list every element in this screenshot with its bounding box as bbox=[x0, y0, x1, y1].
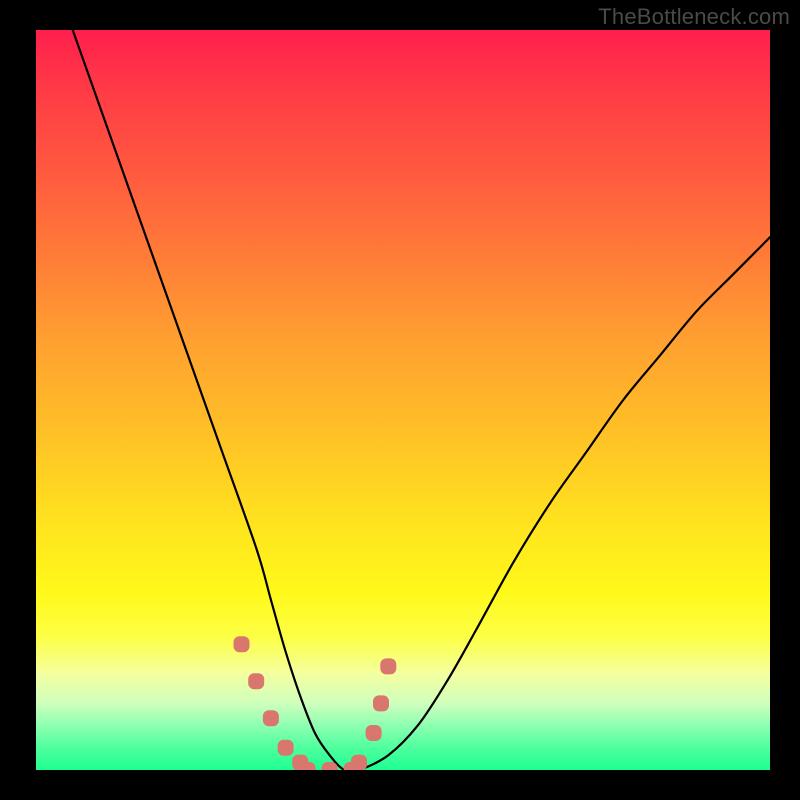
highlight-markers bbox=[234, 636, 397, 770]
marker-dot bbox=[234, 636, 250, 652]
marker-dot bbox=[322, 762, 338, 770]
marker-dot bbox=[263, 710, 279, 726]
marker-dot bbox=[278, 740, 294, 756]
marker-dot bbox=[351, 755, 367, 770]
marker-dot bbox=[366, 725, 382, 741]
marker-dot bbox=[248, 673, 264, 689]
chart-svg bbox=[36, 30, 770, 770]
marker-dot bbox=[380, 658, 396, 674]
marker-dot bbox=[373, 695, 389, 711]
chart-frame: TheBottleneck.com bbox=[0, 0, 800, 800]
marker-dot bbox=[300, 762, 316, 770]
curve-line bbox=[73, 30, 770, 770]
plot-area bbox=[36, 30, 770, 770]
watermark-text: TheBottleneck.com bbox=[598, 4, 790, 30]
